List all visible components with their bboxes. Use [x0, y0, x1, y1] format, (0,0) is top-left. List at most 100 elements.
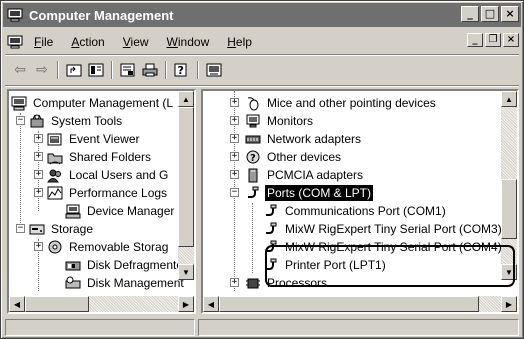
- expand-removable-storage[interactable]: +: [34, 242, 43, 251]
- device-tree-pane[interactable]: + Mice and other pointing devices + Moni…: [201, 89, 519, 314]
- processor-icon: [245, 275, 261, 291]
- unknown-device-icon: ?: [245, 149, 261, 165]
- child-minimize-button[interactable]: _: [467, 33, 483, 47]
- menu-bar: File Action View Window Help _ ❐ ×: [5, 31, 519, 53]
- tree-item-ports[interactable]: Ports (COM & LPT): [245, 184, 374, 202]
- collapse-storage[interactable]: −: [16, 224, 25, 233]
- tree-item-processors[interactable]: Processors: [245, 274, 329, 292]
- scroll-left-button[interactable]: ◀: [203, 296, 219, 312]
- disk-management-icon: [65, 275, 81, 291]
- tree-item-lpt1[interactable]: Printer Port (LPT1): [263, 256, 388, 274]
- tree-item-com3[interactable]: MixW RigExpert Tiny Serial Port (COM3): [263, 220, 504, 238]
- tree-item-device-manager[interactable]: Device Manager: [65, 202, 176, 220]
- toolbar-separator: [197, 61, 199, 79]
- tree-item-local-users[interactable]: Local Users and G: [47, 166, 170, 184]
- left-horizontal-scrollbar[interactable]: ◀ ▶: [9, 296, 194, 312]
- scroll-right-button[interactable]: ▶: [501, 296, 517, 312]
- toolbar-separator-line: [5, 85, 519, 87]
- collapse-system-tools[interactable]: −: [16, 116, 25, 125]
- menu-view[interactable]: View: [114, 35, 158, 49]
- right-vertical-scrollbar[interactable]: ▲ ▼: [501, 91, 517, 280]
- expand-local-users[interactable]: +: [34, 170, 43, 179]
- tree-item-computer-management[interactable]: Computer Management (L: [11, 94, 175, 112]
- menu-file[interactable]: File: [25, 35, 62, 49]
- maximize-button[interactable]: □: [481, 6, 499, 22]
- tree-item-pcmcia[interactable]: PCMCIA adapters: [245, 166, 365, 184]
- scroll-right-button[interactable]: ▶: [178, 296, 194, 312]
- computer-management-window: Computer Management _ □ × File Action Vi…: [0, 0, 524, 339]
- storage-icon: [29, 221, 45, 237]
- expand-processors[interactable]: +: [230, 278, 239, 287]
- expand-monitors[interactable]: +: [230, 116, 239, 125]
- expand-event-viewer[interactable]: +: [34, 134, 43, 143]
- scroll-left-button[interactable]: ◀: [9, 296, 25, 312]
- scroll-thumb[interactable]: [25, 296, 89, 312]
- status-bar: [5, 319, 519, 336]
- help-icon[interactable]: ?: [171, 59, 193, 81]
- forward-arrow-icon[interactable]: ⇨: [31, 59, 53, 81]
- tree-item-com4[interactable]: MixW RigExpert Tiny Serial Port (COM4): [263, 238, 504, 256]
- tree-item-disk-management[interactable]: Disk Management: [65, 274, 186, 292]
- scroll-thumb[interactable]: [178, 107, 194, 247]
- properties-icon[interactable]: [117, 59, 139, 81]
- port-icon: [263, 239, 279, 255]
- defrag-icon: [65, 257, 81, 273]
- print-icon[interactable]: [139, 59, 161, 81]
- tree-item-storage[interactable]: Storage: [29, 220, 95, 238]
- tree-item-disk-defragmenter[interactable]: Disk Defragmente: [65, 256, 185, 274]
- device-manager-icon[interactable]: [203, 59, 225, 81]
- menu-action[interactable]: Action: [62, 35, 113, 49]
- tree-item-event-viewer[interactable]: Event Viewer: [47, 130, 141, 148]
- tree-item-network-adapters[interactable]: Network adapters: [245, 130, 363, 148]
- tree-item-performance-logs[interactable]: Performance Logs: [47, 184, 169, 202]
- menu-window[interactable]: Window: [158, 35, 219, 49]
- close-button[interactable]: ×: [501, 6, 519, 22]
- toolbar-separator: [111, 61, 113, 79]
- scroll-down-button[interactable]: ▼: [178, 264, 194, 280]
- menu-separator: [5, 54, 519, 56]
- expand-network-adapters[interactable]: +: [230, 134, 239, 143]
- menu-help[interactable]: Help: [218, 35, 261, 49]
- child-close-button[interactable]: ×: [503, 33, 519, 47]
- minimize-button[interactable]: _: [461, 6, 479, 22]
- toolbar: ⇦ ⇨ ?: [9, 57, 225, 83]
- title-bar[interactable]: Computer Management _ □ ×: [3, 3, 521, 27]
- back-arrow-icon[interactable]: ⇦: [9, 59, 31, 81]
- scroll-up-button[interactable]: ▲: [178, 91, 194, 107]
- toolbar-separator: [165, 61, 167, 79]
- toolbar-separator: [57, 61, 59, 79]
- tree-item-system-tools[interactable]: System Tools: [29, 112, 124, 130]
- child-restore-button[interactable]: ❐: [485, 33, 501, 47]
- tree-item-shared-folders[interactable]: Shared Folders: [47, 148, 153, 166]
- collapse-ports[interactable]: −: [230, 188, 239, 197]
- tree-item-removable-storage[interactable]: Removable Storag: [47, 238, 170, 256]
- up-level-icon[interactable]: [63, 59, 85, 81]
- left-vertical-scrollbar[interactable]: ▲ ▼: [178, 91, 194, 280]
- tree-connector: [20, 113, 21, 233]
- port-icon: [263, 221, 279, 237]
- tree-item-mice[interactable]: Mice and other pointing devices: [245, 94, 438, 112]
- expand-other-devices[interactable]: +: [230, 152, 239, 161]
- tree-item-monitors[interactable]: Monitors: [245, 112, 315, 130]
- status-cell: [198, 319, 519, 336]
- scroll-thumb[interactable]: [219, 296, 479, 312]
- show-hide-tree-icon[interactable]: [85, 59, 107, 81]
- tree-item-com1[interactable]: Communications Port (COM1): [263, 202, 448, 220]
- expand-pcmcia[interactable]: +: [230, 170, 239, 179]
- scroll-down-button[interactable]: ▼: [501, 264, 517, 280]
- performance-icon: [47, 185, 63, 201]
- mmc-document-icon[interactable]: [7, 34, 23, 50]
- tree-item-other-devices[interactable]: ? Other devices: [245, 148, 343, 166]
- expand-shared-folders[interactable]: +: [34, 152, 43, 161]
- removable-storage-icon: [47, 239, 63, 255]
- console-tree-pane[interactable]: Computer Management (L − System Tools + …: [7, 89, 196, 314]
- svg-text:?: ?: [250, 153, 256, 164]
- right-horizontal-scrollbar[interactable]: ◀ ▶: [203, 296, 517, 312]
- monitor-icon: [245, 113, 261, 129]
- device-manager-icon: [65, 203, 81, 219]
- expand-performance-logs[interactable]: +: [34, 188, 43, 197]
- scroll-up-button[interactable]: ▲: [501, 91, 517, 107]
- expand-mice[interactable]: +: [230, 98, 239, 107]
- port-icon: [263, 257, 279, 273]
- scroll-thumb[interactable]: [501, 179, 517, 239]
